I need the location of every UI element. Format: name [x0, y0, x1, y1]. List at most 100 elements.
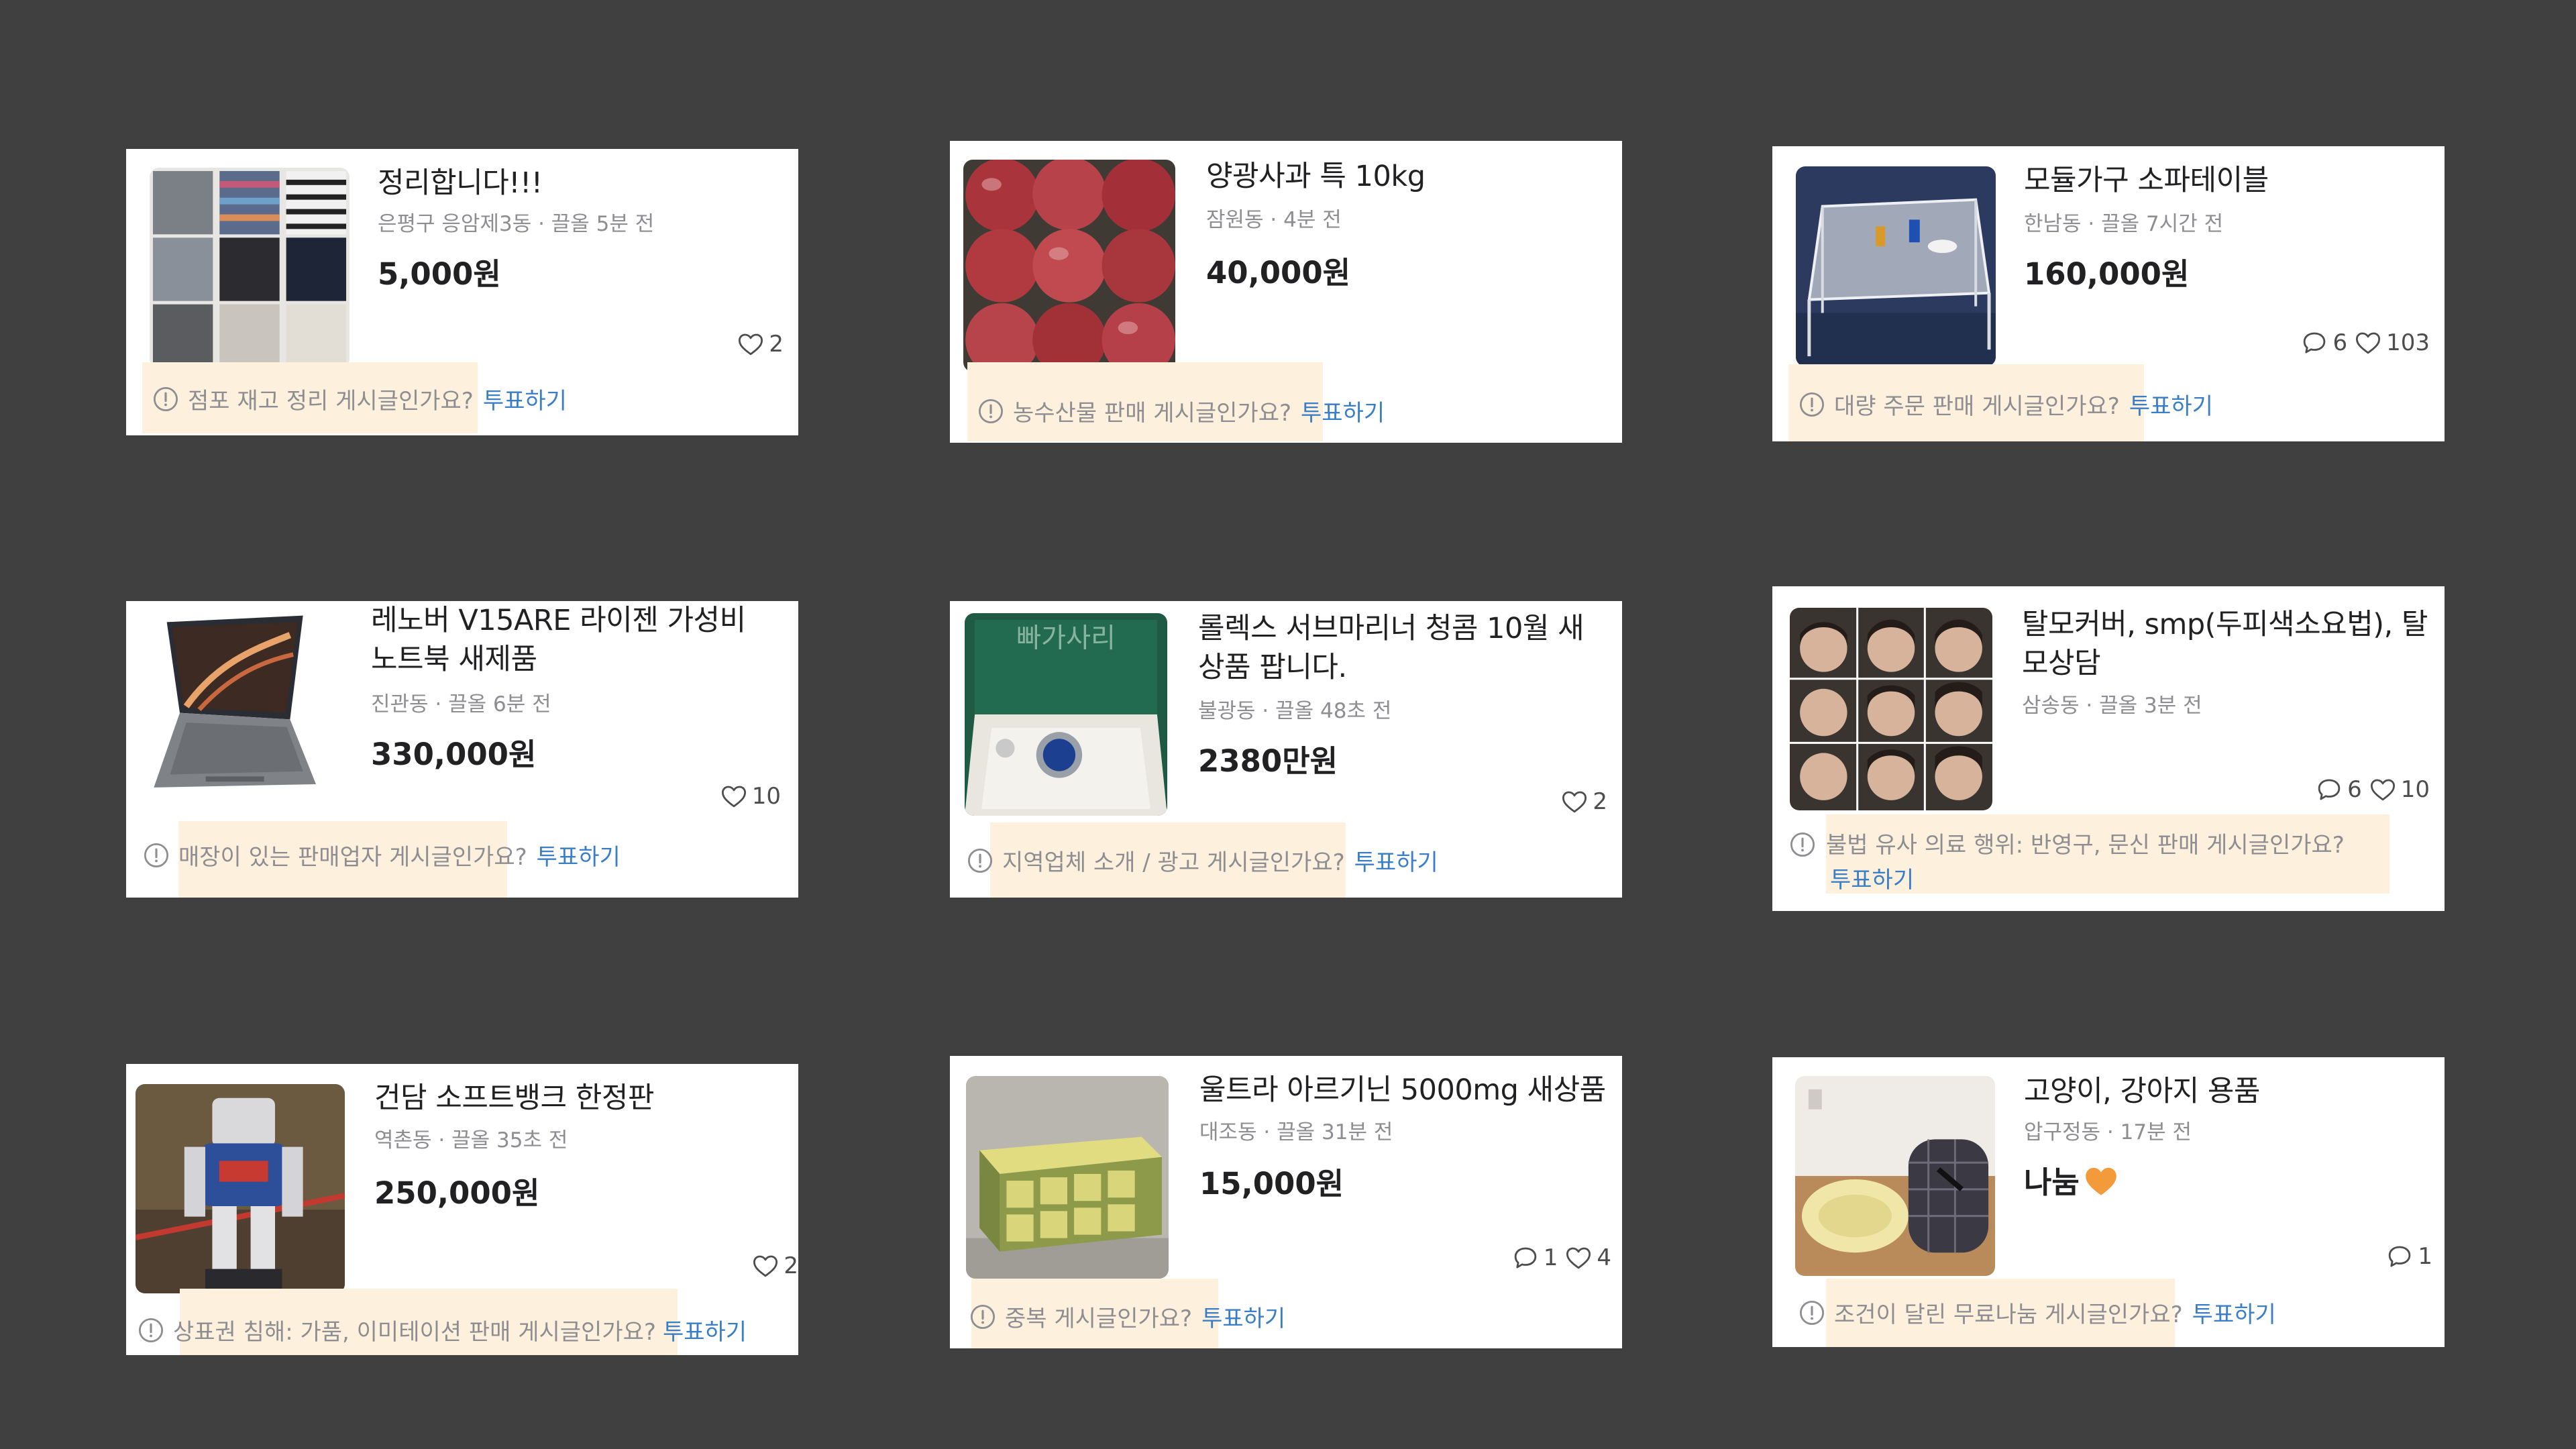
product-price: 5,000원 — [378, 256, 501, 292]
product-thumbnail[interactable] — [1796, 166, 1996, 366]
vote-link[interactable]: 투표하기 — [1201, 1300, 1285, 1333]
product-title[interactable]: 건담 소프트뱅크 한정판 — [374, 1079, 784, 1118]
product-card[interactable]: 양광사과 특 10kg 잠원동 · 4분 전 40,000원 농수산물 판매 게… — [950, 141, 1622, 443]
warning-circle-icon — [1798, 1299, 1826, 1327]
product-location-time: 압구정동 · 17분 전 — [2024, 1120, 2192, 1144]
like-count: 10 — [720, 782, 781, 810]
product-location-time: 삼송동 · 끌올 3분 전 — [2022, 694, 2202, 718]
comment-icon — [1511, 1244, 1540, 1272]
product-location-time: 한남동 · 끌올 7시간 전 — [2024, 212, 2224, 236]
product-thumbnail[interactable] — [136, 1084, 345, 1293]
heart-icon — [720, 782, 748, 810]
product-thumbnail[interactable] — [963, 160, 1175, 372]
product-location-time: 진관동 · 끌올 6분 전 — [371, 692, 551, 716]
report-question: 매장이 있는 판매업자 게시글인가요? 투표하기 — [142, 839, 621, 871]
report-question: 점포 재고 정리 게시글인가요? 투표하기 — [152, 382, 567, 415]
product-title[interactable]: 롤렉스 서브마리너 청콤 10월 새상품 팝니다. — [1198, 609, 1607, 687]
vote-link[interactable]: 투표하기 — [2129, 388, 2213, 421]
vote-link[interactable]: 투표하기 — [2192, 1296, 2276, 1329]
product-stats: 2 — [737, 330, 784, 358]
heart-icon — [2369, 775, 2397, 804]
product-stats: 6 10 — [2315, 775, 2430, 804]
comment-icon — [2300, 329, 2328, 357]
product-price: 15,000원 — [1199, 1166, 1344, 1201]
product-title[interactable]: 정리합니다!!! — [378, 164, 780, 203]
product-card[interactable]: 탈모커버, smp(두피색소요법), 탈모상담 삼송동 · 끌올 3분 전 6 … — [1772, 586, 2445, 911]
like-count: 10 — [2369, 775, 2430, 804]
vote-link[interactable]: 투표하기 — [1830, 867, 1914, 894]
orange-heart-icon — [2086, 1167, 2116, 1195]
vote-link[interactable]: 투표하기 — [1354, 844, 1438, 877]
product-thumbnail[interactable] — [1795, 1076, 1995, 1276]
like-count: 4 — [1564, 1244, 1611, 1272]
vote-link[interactable]: 투표하기 — [1301, 394, 1385, 427]
product-price: 250,000원 — [374, 1175, 540, 1211]
like-count: 2 — [1560, 788, 1607, 816]
product-card[interactable]: 모듈가구 소파테이블 한남동 · 끌올 7시간 전 160,000원 6 103… — [1772, 146, 2445, 441]
vote-link[interactable]: 투표하기 — [483, 382, 567, 415]
product-price: 330,000원 — [371, 737, 537, 772]
vote-link[interactable]: 투표하기 — [663, 1313, 747, 1346]
like-count: 2 — [751, 1252, 798, 1280]
product-title[interactable]: 양광사과 특 10kg — [1206, 157, 1609, 196]
product-stats: 10 — [720, 782, 781, 810]
heart-icon — [1564, 1244, 1593, 1272]
product-thumbnail[interactable]: 빠가사리 — [965, 613, 1167, 816]
product-price: 2380만원 — [1198, 743, 1338, 779]
comment-count: 6 — [2315, 775, 2362, 804]
comment-icon — [2385, 1242, 2414, 1271]
product-card[interactable]: 빠가사리 롤렉스 서브마리너 청콤 10월 새상품 팝니다. 불광동 · 끌올 … — [950, 601, 1622, 898]
product-thumbnail[interactable] — [150, 168, 350, 368]
product-stats: 1 — [2385, 1242, 2432, 1271]
product-thumbnail[interactable] — [1790, 608, 1992, 810]
product-thumbnail[interactable] — [141, 609, 335, 804]
warning-circle-icon — [966, 847, 994, 875]
product-card[interactable]: 건담 소프트뱅크 한정판 역촌동 · 끌올 35초 전 250,000원 2 상… — [126, 1064, 798, 1355]
product-price: 40,000원 — [1206, 255, 1351, 290]
comment-count: 1 — [2385, 1242, 2432, 1271]
report-question: 지역업체 소개 / 광고 게시글인가요? 투표하기 — [966, 844, 1438, 877]
product-card[interactable]: 정리합니다!!! 은평구 응암제3동 · 끌올 5분 전 5,000원 2 점포… — [126, 149, 798, 435]
warning-circle-icon — [1798, 390, 1826, 419]
image-watermark-text: 빠가사리 — [1016, 623, 1116, 653]
warning-circle-icon — [977, 397, 1005, 425]
product-title[interactable]: 모듈가구 소파테이블 — [2024, 161, 2426, 200]
warning-circle-icon — [1788, 830, 1817, 859]
report-question: 농수산물 판매 게시글인가요? 투표하기 — [977, 394, 1385, 427]
heart-icon — [751, 1252, 780, 1280]
warning-circle-icon — [152, 385, 180, 413]
product-title[interactable]: 고양이, 강아지 용품 — [2024, 1072, 2426, 1111]
report-question: 불법 유사 의료 행위: 반영구, 문신 판매 게시글인가요? 투표하기 — [1788, 828, 2372, 898]
product-card[interactable]: 레노버 V15ARE 라이젠 가성비 노트북 새제품 진관동 · 끌올 6분 전… — [126, 601, 798, 898]
product-stats: 2 — [751, 1252, 798, 1280]
product-location-time: 대조동 · 끌올 31분 전 — [1199, 1120, 1393, 1144]
product-location-time: 불광동 · 끌올 48초 전 — [1198, 699, 1392, 723]
warning-circle-icon — [137, 1316, 165, 1344]
product-title[interactable]: 울트라 아르기닌 5000mg 새상품 — [1199, 1071, 1609, 1110]
product-price: 160,000원 — [2024, 256, 2190, 292]
report-question: 상표권 침해: 가품, 이미테이션 판매 게시글인가요? 투표하기 — [137, 1313, 747, 1346]
report-question: 조건이 달린 무료나눔 게시글인가요? 투표하기 — [1798, 1296, 2276, 1329]
warning-circle-icon — [142, 841, 170, 869]
product-location-time: 역촌동 · 끌올 35초 전 — [374, 1128, 568, 1152]
product-card[interactable]: 고양이, 강아지 용품 압구정동 · 17분 전 나눔 1 조건이 달린 무료나… — [1772, 1057, 2445, 1347]
heart-icon — [1560, 788, 1589, 816]
heart-icon — [737, 330, 765, 358]
vote-link[interactable]: 투표하기 — [537, 839, 621, 871]
report-question: 중복 게시글인가요? 투표하기 — [969, 1300, 1285, 1333]
product-stats: 6 103 — [2300, 329, 2430, 357]
comment-count: 6 — [2300, 329, 2347, 357]
report-question: 대량 주문 판매 게시글인가요? 투표하기 — [1798, 388, 2213, 421]
product-thumbnail[interactable] — [966, 1076, 1169, 1279]
like-count: 103 — [2354, 329, 2430, 357]
comment-count: 1 — [1511, 1244, 1558, 1272]
product-location-time: 은평구 응암제3동 · 끌올 5분 전 — [378, 212, 655, 236]
product-card[interactable]: 울트라 아르기닌 5000mg 새상품 대조동 · 끌올 31분 전 15,00… — [950, 1056, 1622, 1348]
product-title[interactable]: 레노버 V15ARE 라이젠 가성비 노트북 새제품 — [371, 601, 780, 679]
product-title[interactable]: 탈모커버, smp(두피색소요법), 탈모상담 — [2022, 605, 2431, 683]
heart-icon — [2354, 329, 2382, 357]
like-count: 2 — [737, 330, 784, 358]
product-price: 나눔 — [2024, 1158, 2118, 1201]
product-location-time: 잠원동 · 4분 전 — [1206, 208, 1342, 232]
product-stats: 2 — [1560, 788, 1607, 816]
